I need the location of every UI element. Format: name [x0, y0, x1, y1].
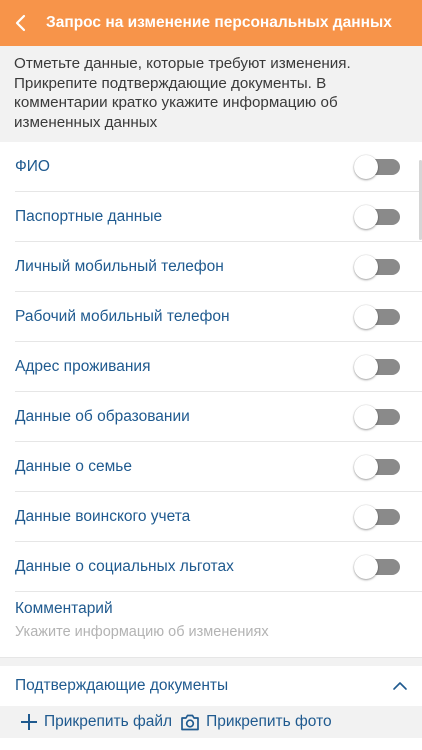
toggle-switch[interactable]: [354, 304, 400, 329]
toggle-knob: [354, 504, 378, 529]
app-header: Запрос на изменение персональных данных: [0, 0, 422, 46]
chevron-up-icon: [393, 682, 407, 690]
toggle-row-label: Рабочий мобильный телефон: [15, 307, 230, 325]
toggle-row-label: Данные о семье: [15, 457, 132, 475]
attach-photo-label: Прикрепить фото: [206, 713, 332, 730]
toggle-row[interactable]: Данные о социальных льготах: [15, 542, 422, 592]
page-title: Запрос на изменение персональных данных: [46, 14, 392, 31]
toggle-switch[interactable]: [354, 504, 400, 529]
toggle-knob: [354, 554, 378, 579]
chevron-left-icon: [15, 14, 26, 32]
comment-label: Комментарий: [15, 600, 113, 617]
toggle-row[interactable]: Адрес проживания: [15, 342, 422, 392]
toggle-row[interactable]: Данные воинского учета: [15, 492, 422, 542]
toggle-row-label: Данные о социальных льготах: [15, 557, 234, 575]
camera-icon: [181, 714, 199, 730]
toggle-switch[interactable]: [354, 404, 400, 429]
plus-icon: [21, 714, 37, 730]
screen: Запрос на изменение персональных данных …: [0, 0, 422, 750]
toggle-switch[interactable]: [354, 454, 400, 479]
toggle-row-label: Паспортные данные: [15, 207, 163, 225]
toggle-knob: [354, 154, 378, 179]
toggle-switch[interactable]: [354, 354, 400, 379]
instructions-text: Отметьте данные, которые требуют изменен…: [0, 46, 422, 142]
toggle-switch[interactable]: [354, 554, 400, 579]
toggle-row-label: Личный мобильный телефон: [15, 257, 224, 275]
attach-file-label: Прикрепить файл: [44, 713, 173, 730]
documents-header[interactable]: Подтверждающие документы: [0, 666, 422, 706]
toggle-row[interactable]: Личный мобильный телефон: [15, 242, 422, 292]
toggle-row-label: Данные об образовании: [15, 407, 190, 425]
toggle-row[interactable]: Данные о семье: [15, 442, 422, 492]
comment-section: Комментарий: [0, 592, 422, 658]
attachments-bar: Прикрепить файл Прикрепить фото: [0, 706, 422, 738]
documents-title: Подтверждающие документы: [15, 677, 229, 694]
toggle-row-label: Адрес проживания: [15, 357, 151, 375]
toggle-row[interactable]: Рабочий мобильный телефон: [15, 292, 422, 342]
toggle-row-label: ФИО: [15, 157, 50, 175]
data-categories-list: ФИО Паспортные данные Личный мобильный тел…: [0, 142, 422, 592]
comment-input[interactable]: [15, 624, 407, 640]
toggle-row[interactable]: Паспортные данные: [15, 192, 422, 242]
toggle-knob: [354, 254, 378, 279]
toggle-knob: [354, 204, 378, 229]
toggle-knob: [354, 454, 378, 479]
toggle-knob: [354, 404, 378, 429]
attach-file-button[interactable]: Прикрепить файл: [20, 713, 172, 731]
toggle-switch[interactable]: [354, 204, 400, 229]
toggle-row[interactable]: ФИО: [15, 142, 422, 192]
toggle-knob: [354, 354, 378, 379]
back-button[interactable]: [0, 0, 40, 46]
toggle-row-label: Данные воинского учета: [15, 507, 191, 525]
toggle-switch[interactable]: [354, 254, 400, 279]
section-divider: [0, 658, 422, 666]
toggle-row[interactable]: Данные об образовании: [15, 392, 422, 442]
toggle-switch[interactable]: [354, 154, 400, 179]
toggle-knob: [354, 304, 378, 329]
attach-photo-button[interactable]: Прикрепить фото: [180, 713, 332, 731]
